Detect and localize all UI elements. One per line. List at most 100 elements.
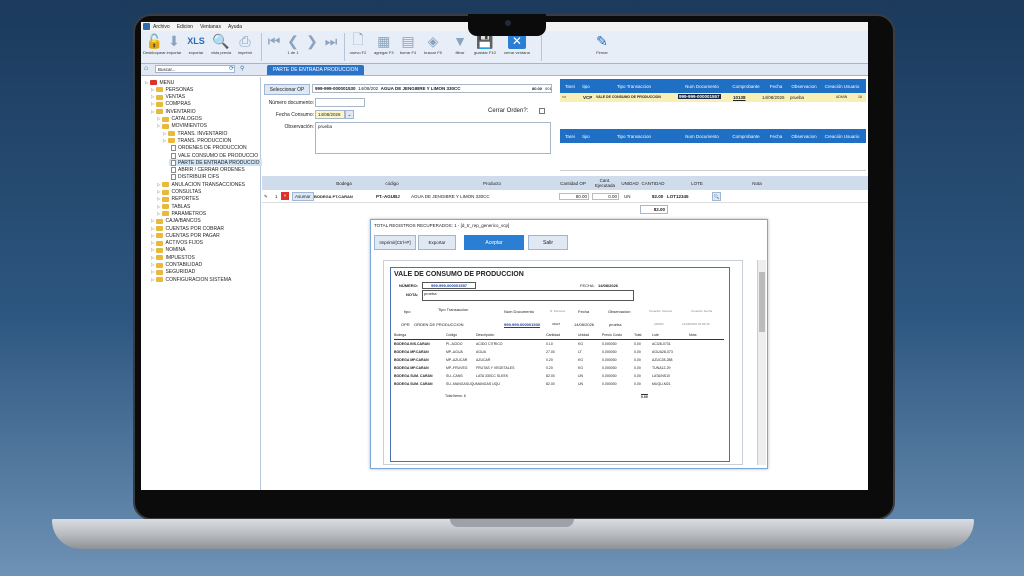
column-header[interactable]: Tarei (560, 134, 580, 139)
menu-archivo[interactable]: Archivo (153, 24, 170, 30)
export-button[interactable]: XLS exportar (187, 33, 205, 55)
expand-icon[interactable]: ▷ (151, 247, 154, 253)
sidebar-item[interactable]: ORDENES DE PRODUCCION (169, 145, 247, 152)
import-button[interactable]: ⬇ importar (165, 33, 183, 56)
column-header[interactable]: Bodega (322, 181, 366, 186)
save-button[interactable]: 💾 guardar F10 (474, 33, 496, 56)
sidebar-item[interactable]: ▷ CONTABILIDAD (151, 262, 202, 269)
tab-parte-entrada[interactable]: PARTE DE ENTRADA PRODUCCION (267, 65, 365, 75)
nav-next-button[interactable]: ❯ (303, 33, 321, 49)
expand-icon[interactable]: ▷ (151, 269, 154, 275)
sidebar-item[interactable]: ▷ TABLAS (157, 203, 190, 210)
asumar-button[interactable]: Asumar (292, 192, 314, 201)
nav-prev-button[interactable]: ❮ 1 de 1 (284, 33, 302, 56)
preview-button[interactable]: 🔍 vista previa (211, 33, 231, 56)
nav-first-button[interactable]: ⏮ (265, 33, 283, 49)
sidebar-item[interactable]: ▷ NOMINA (151, 247, 185, 254)
search-icon[interactable]: 🔍 (712, 192, 721, 201)
sidebar-item[interactable]: ▷ PARAMETROS (157, 210, 206, 217)
expand-icon[interactable]: ▷ (163, 131, 166, 137)
expand-icon[interactable]: ▷ (151, 226, 154, 232)
column-header[interactable]: Cant. Ejecutada (590, 178, 620, 188)
expand-icon[interactable]: ▷ (157, 189, 160, 195)
dialog-export-button[interactable]: Exportar (418, 235, 456, 250)
sidebar-item[interactable]: PARTE DE ENTRADA PRODUCCIO (169, 159, 262, 167)
column-header[interactable]: Observacion (788, 84, 820, 89)
expand-icon[interactable]: ▷ (145, 80, 148, 86)
expand-icon[interactable]: ▷ (151, 233, 154, 239)
sidebar-item[interactable]: ▷ MOVIMIENTOS (157, 123, 207, 130)
sidebar-item[interactable]: ▷ MENU (145, 79, 174, 86)
print-button[interactable]: ⎙ imprimir (236, 33, 254, 56)
sidebar-item[interactable]: ▷ CUENTAS POR PAGAR (151, 232, 220, 239)
unlock-button[interactable]: 🔓 Desbloquear (143, 33, 166, 56)
expand-icon[interactable]: ▷ (151, 277, 154, 283)
cerrar-orden-checkbox[interactable] (539, 108, 545, 114)
pin-icon[interactable]: ⚲ (240, 65, 244, 72)
column-header[interactable]: código (372, 181, 412, 186)
expand-icon[interactable]: ▷ (151, 262, 154, 268)
report-scrollbar[interactable] (757, 260, 766, 465)
close-window-button[interactable]: ✕ cerrar ventana (504, 33, 530, 55)
column-header[interactable]: Fecha (764, 134, 788, 139)
sidebar-item[interactable]: ▷ PERSONAS (151, 86, 193, 93)
column-header[interactable]: CANTIDAD (638, 181, 668, 186)
scroll-thumb[interactable] (759, 272, 765, 332)
numero-field[interactable] (315, 98, 365, 107)
expand-icon[interactable]: ▷ (151, 240, 154, 246)
expand-icon[interactable]: ▷ (151, 101, 154, 107)
fecha-field[interactable]: 14/08/2026 (315, 110, 345, 119)
detail-grid-row[interactable]: ✎ 1 × Asumar BODEGA PT.CARAN PT.-AGUBJ A… (262, 191, 868, 203)
sidebar-item[interactable]: ▷ CONFIGURACION SISTEMA (151, 276, 231, 283)
row-checkbox-icon[interactable]: ▭ (562, 94, 566, 100)
sidebar-item[interactable]: ▷ VENTAS (151, 94, 185, 101)
obs-field[interactable]: prueba (315, 122, 551, 154)
column-header[interactable]: Tarei (560, 84, 580, 89)
add-button[interactable]: ▦ agregar F3 (374, 33, 394, 56)
column-header[interactable]: Producto (432, 181, 552, 186)
expand-icon[interactable]: ▷ (163, 138, 166, 144)
column-header[interactable]: Tipo Transaccion (594, 134, 674, 139)
sidebar-item[interactable]: ▷ TRANS. INVENTARIO (163, 130, 227, 137)
expand-icon[interactable]: ▷ (151, 109, 154, 115)
expand-icon[interactable]: ▷ (151, 87, 154, 93)
expand-icon[interactable]: ▷ (157, 123, 160, 129)
delete-button[interactable]: ▤ borrar F4 (399, 33, 417, 56)
sidebar-item[interactable]: ▷ SEGURIDAD (151, 269, 195, 276)
expand-icon[interactable]: ▷ (151, 255, 154, 261)
sidebar-item[interactable]: ▷ CATALOGOS (157, 116, 202, 123)
sidebar-item[interactable]: DISTRIBUIR CIFS (169, 174, 219, 181)
calendar-dropdown-icon[interactable]: ⌄ (345, 110, 354, 119)
sidebar-item[interactable]: ▷ TRANS. PRODUCCION (163, 137, 231, 144)
column-header[interactable]: Fecha (764, 84, 788, 89)
column-header[interactable]: UNIDAD (620, 181, 640, 186)
sidebar-item[interactable]: ▷ REPORTES (157, 196, 199, 203)
expand-icon[interactable]: ▷ (157, 182, 160, 188)
search-button[interactable]: ◈ buscar F5 (424, 33, 442, 56)
menu-edicion[interactable]: Edicion (177, 24, 193, 30)
menu-ayuda[interactable]: Ayuda (228, 24, 242, 30)
column-header[interactable]: tipo (580, 84, 592, 89)
new-button[interactable]: 🗋 nuevo F2 (349, 31, 367, 55)
column-header[interactable]: Tipo Transaccion (594, 84, 674, 89)
dialog-accept-button[interactable]: Aceptar (464, 235, 524, 250)
column-header[interactable]: Nota (732, 181, 782, 186)
column-header[interactable]: Num Documento (676, 134, 728, 139)
row-edit-icon[interactable]: ✎ (264, 194, 268, 200)
sidebar-item[interactable]: ▷ CAJA/BANCOS (151, 218, 201, 225)
sidebar-item[interactable]: ▷ COMPRAS (151, 101, 191, 108)
expand-icon[interactable]: ▷ (151, 94, 154, 100)
sidebar-item[interactable]: ▷ ACTIVOS FIJOS (151, 240, 203, 247)
expand-icon[interactable]: ▷ (157, 196, 160, 202)
sign-button[interactable]: ✎ Firmar (593, 33, 611, 56)
menu-ventanas[interactable]: Ventanas (200, 24, 221, 30)
sidebar-item[interactable]: ▷ CUENTAS POR COBRAR (151, 225, 224, 232)
column-header[interactable]: Cantidad OP (557, 181, 589, 186)
sidebar-item[interactable]: ▷ INVENTARIO (151, 108, 196, 115)
sidebar-item[interactable]: ▷ CONSULTAS (157, 189, 201, 196)
expand-icon[interactable]: ▷ (151, 218, 154, 224)
seleccionar-op-button[interactable]: Seleccionar OP (264, 84, 310, 95)
sidebar-item[interactable]: ABRIR / CERRAR ORDENES (169, 167, 245, 174)
expand-icon[interactable]: ▷ (157, 204, 160, 210)
dialog-exit-button[interactable]: Salir (528, 235, 568, 250)
